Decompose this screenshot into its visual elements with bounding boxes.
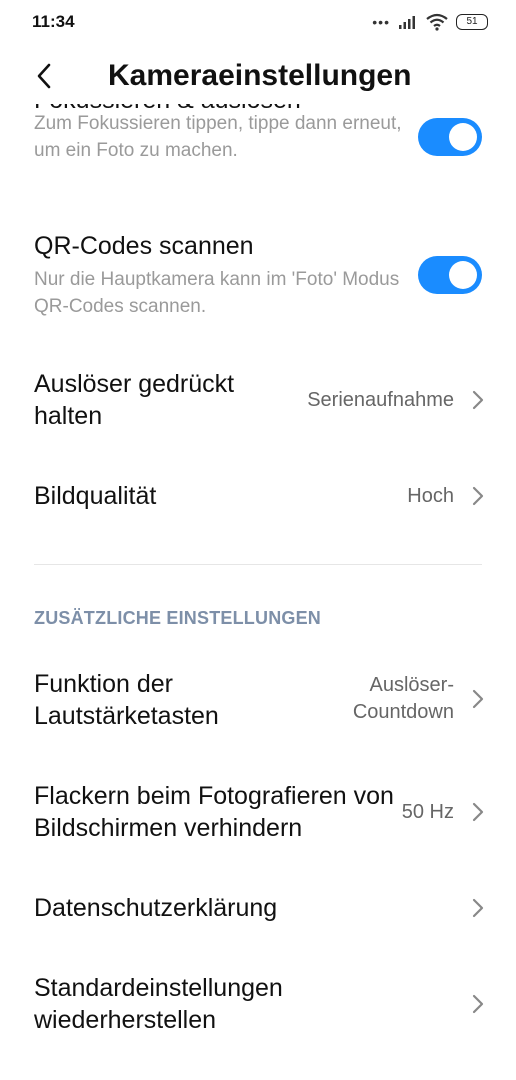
setting-title: Auslöser gedrückt halten	[34, 370, 235, 430]
signal-icon	[399, 16, 415, 29]
back-arrow-icon	[37, 63, 51, 89]
status-bar: 11:34 ••• 51	[0, 0, 516, 44]
wifi-icon	[426, 13, 448, 31]
setting-reset-defaults[interactable]: Standardeinstellungen wiederherstellen	[0, 972, 516, 1036]
setting-value: Auslöser-Countdown	[352, 674, 454, 723]
chevron-right-icon	[472, 390, 484, 410]
status-time: 11:34	[32, 12, 75, 31]
setting-title: Funktion der Lautstärketasten	[34, 670, 219, 730]
setting-title: Bildqualität	[34, 482, 157, 510]
section-header: ZUSÄTZLICHE EINSTELLUNGEN	[34, 608, 321, 628]
setting-focus-shoot[interactable]: Fokussieren & auslösen Zum Fokussieren t…	[0, 104, 516, 196]
chevron-right-icon	[472, 689, 484, 709]
settings-list[interactable]: Fokussieren & auslösen Zum Fokussieren t…	[0, 104, 516, 1080]
setting-title: Flackern beim Fotografieren von Bildschi…	[34, 782, 394, 842]
more-dots-icon: •••	[372, 14, 390, 30]
setting-value: 50 Hz	[401, 801, 454, 823]
back-button[interactable]	[28, 58, 60, 94]
focus-shoot-toggle[interactable]	[418, 118, 482, 156]
battery-level: 51	[466, 16, 478, 27]
setting-description: Nur die Hauptkamera kann im 'Foto' Modus…	[34, 269, 400, 317]
status-icons: ••• 51	[372, 12, 488, 32]
setting-title: Standardeinstellungen wiederherstellen	[34, 974, 283, 1034]
section-divider	[34, 564, 482, 565]
setting-privacy[interactable]: Datenschutzerklärung	[0, 892, 516, 926]
toggle-knob	[449, 123, 477, 151]
setting-image-quality[interactable]: Bildqualität Hoch	[0, 480, 516, 514]
setting-flicker[interactable]: Flackern beim Fotografieren von Bildschi…	[0, 780, 516, 844]
setting-value: Serienaufnahme	[307, 389, 454, 411]
chevron-right-icon	[472, 486, 484, 506]
chevron-right-icon	[472, 994, 484, 1014]
setting-volume-keys[interactable]: Funktion der Lautstärketasten Auslöser-C…	[0, 668, 516, 732]
setting-value: Hoch	[407, 485, 454, 507]
toggle-knob	[449, 261, 477, 289]
chevron-right-icon	[472, 802, 484, 822]
setting-shutter-hold[interactable]: Auslöser gedrückt halten Serienaufnahme	[0, 368, 516, 432]
battery-icon: 51	[456, 14, 488, 30]
page-title: Kameraeinstellungen	[108, 59, 412, 92]
setting-title: QR-Codes scannen	[34, 232, 254, 260]
setting-description: Zum Fokussieren tippen, tippe dann erneu…	[34, 113, 402, 161]
app-header: Kameraeinstellungen	[0, 50, 516, 102]
chevron-right-icon	[472, 898, 484, 918]
setting-qr-codes[interactable]: QR-Codes scannen Nur die Hauptkamera kan…	[0, 230, 516, 326]
setting-title: Datenschutzerklärung	[34, 894, 278, 922]
qr-codes-toggle[interactable]	[418, 256, 482, 294]
